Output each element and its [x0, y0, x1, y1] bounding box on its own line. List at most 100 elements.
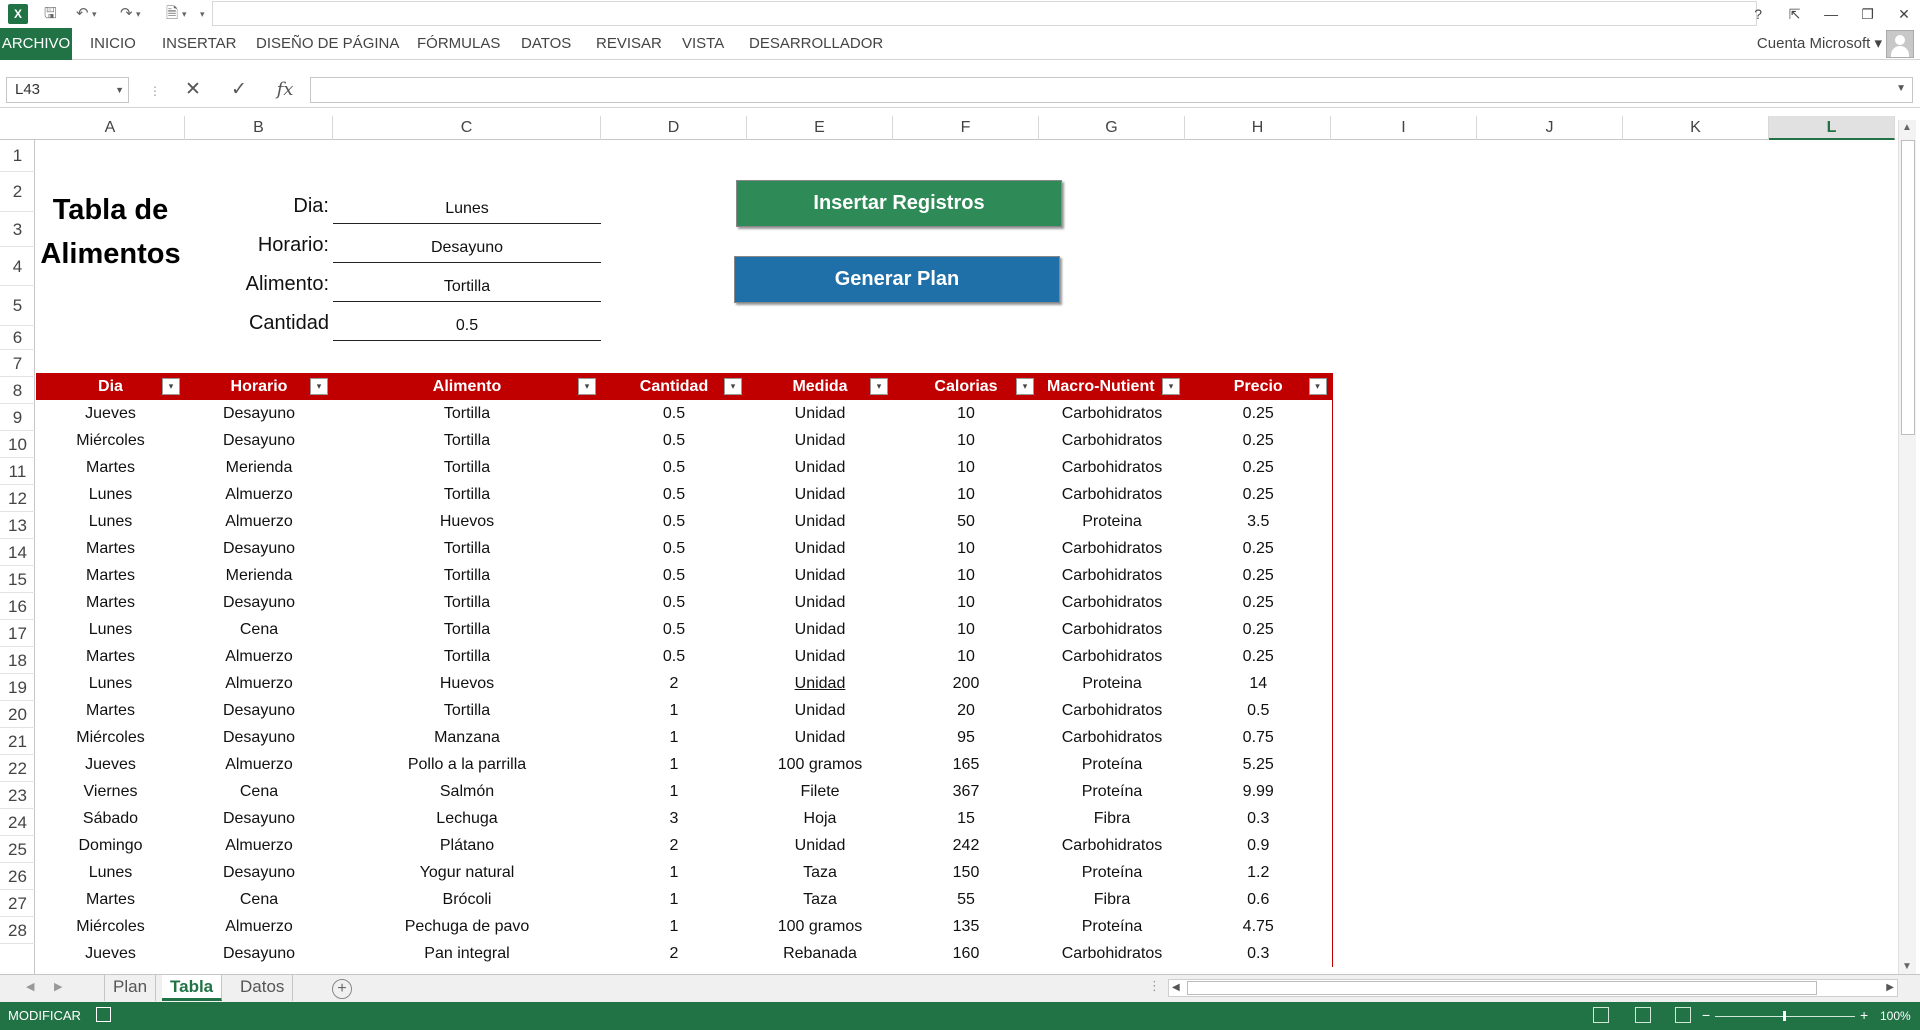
dia-field[interactable]: Lunes [333, 200, 601, 224]
cell-medida[interactable]: Unidad [747, 481, 893, 508]
filter-dropdown-icon[interactable]: ▾ [162, 378, 180, 395]
row-header[interactable]: 27 [0, 890, 35, 917]
cell-macro-nutriente[interactable]: Proteína [1039, 913, 1185, 940]
cell-macro-nutriente[interactable]: Fibra [1039, 805, 1185, 832]
row-header[interactable]: 19 [0, 674, 35, 701]
cell-dia[interactable]: Lunes [36, 616, 185, 643]
formula-input[interactable]: ▼ [310, 77, 1913, 103]
cell-calorias[interactable]: 20 [893, 697, 1039, 724]
cell-cantidad[interactable]: 0.5 [601, 535, 747, 562]
zoom-slider-thumb[interactable] [1783, 1011, 1786, 1021]
cell-dia[interactable]: Lunes [36, 508, 185, 535]
alimento-field[interactable]: Tortilla [333, 278, 601, 302]
cell-horario[interactable]: Almuerzo [185, 670, 333, 697]
column-header-e[interactable]: E [747, 116, 893, 140]
cell-macro-nutriente[interactable]: Carbohidratos [1039, 616, 1185, 643]
row-header[interactable]: 10 [0, 431, 35, 458]
column-header-g[interactable]: G [1039, 116, 1185, 140]
cell-alimento[interactable]: Tortilla [333, 535, 601, 562]
cell-precio[interactable]: 0.25 [1185, 427, 1333, 454]
cell-alimento[interactable]: Yogur natural [333, 859, 601, 886]
cell-macro-nutriente[interactable]: Proteína [1039, 859, 1185, 886]
minimize-icon[interactable]: — [1815, 0, 1847, 28]
page-title[interactable]: Tabla de Alimentos [36, 194, 185, 270]
vertical-scroll-thumb[interactable] [1901, 140, 1915, 435]
cell-horario[interactable]: Almuerzo [185, 481, 333, 508]
name-box[interactable]: L43 ▼ [6, 77, 129, 103]
scroll-right-icon[interactable]: ▶ [1886, 980, 1894, 996]
cell-calorias[interactable]: 95 [893, 724, 1039, 751]
column-header-b[interactable]: B [185, 116, 333, 140]
cell-calorias[interactable]: 200 [893, 670, 1039, 697]
row-header[interactable]: 1 [0, 140, 35, 172]
tab-archivo[interactable]: ARCHIVO [0, 28, 72, 60]
cell-horario[interactable]: Almuerzo [185, 508, 333, 535]
cell-precio[interactable]: 0.25 [1185, 481, 1333, 508]
cell-macro-nutriente[interactable]: Carbohidratos [1039, 535, 1185, 562]
cell-calorias[interactable]: 10 [893, 481, 1039, 508]
cell-macro-nutriente[interactable]: Carbohidratos [1039, 562, 1185, 589]
cell-dia[interactable]: Martes [36, 697, 185, 724]
cell-dia[interactable]: Lunes [36, 481, 185, 508]
cell-alimento[interactable]: Tortilla [333, 481, 601, 508]
cell-alimento[interactable]: Tortilla [333, 454, 601, 481]
row-header[interactable]: 5 [0, 286, 35, 326]
save-icon[interactable]: 🖫 [44, 3, 57, 25]
filter-dropdown-icon[interactable]: ▾ [310, 378, 328, 395]
cell-alimento[interactable]: Tortilla [333, 427, 601, 454]
cell-medida[interactable]: Unidad [747, 508, 893, 535]
row-header[interactable]: 11 [0, 458, 35, 485]
cell-medida[interactable]: Unidad [747, 832, 893, 859]
cell-cantidad[interactable]: 0.5 [601, 400, 747, 427]
cell-precio[interactable]: 3.5 [1185, 508, 1333, 535]
formula-bar-grip[interactable]: ⋮ [149, 84, 161, 98]
cell-dia[interactable]: Jueves [36, 751, 185, 778]
cell-horario[interactable]: Merienda [185, 562, 333, 589]
cell-horario[interactable]: Almuerzo [185, 751, 333, 778]
cell-precio[interactable]: 0.25 [1185, 454, 1333, 481]
horizontal-scroll-thumb[interactable] [1187, 981, 1817, 995]
row-header[interactable]: 25 [0, 836, 35, 863]
cell-horario[interactable]: Desayuno [185, 859, 333, 886]
column-header-i[interactable]: I [1331, 116, 1477, 140]
column-header-j[interactable]: J [1477, 116, 1623, 140]
enter-icon[interactable]: ✓ [224, 78, 254, 102]
cell-cantidad[interactable]: 0.5 [601, 508, 747, 535]
cell-alimento[interactable]: Pechuga de pavo [333, 913, 601, 940]
tab-inicio[interactable]: INICIO [90, 28, 136, 60]
cell-macro-nutriente[interactable]: Proteina [1039, 670, 1185, 697]
cell-alimento[interactable]: Salmón [333, 778, 601, 805]
restore-icon[interactable]: ❐ [1852, 0, 1884, 28]
cell-medida[interactable]: Unidad [747, 427, 893, 454]
cell-calorias[interactable]: 135 [893, 913, 1039, 940]
add-sheet-icon[interactable]: + [332, 979, 352, 999]
cell-precio[interactable]: 0.5 [1185, 697, 1333, 724]
cell-precio[interactable]: 0.25 [1185, 400, 1333, 427]
cell-dia[interactable]: Martes [36, 535, 185, 562]
column-header-k[interactable]: K [1623, 116, 1769, 140]
insert-function-icon[interactable]: fx [270, 78, 300, 102]
cell-alimento[interactable]: Tortilla [333, 589, 601, 616]
cell-area[interactable]: Tabla de Alimentos Dia: Lunes Horario: D… [36, 140, 1895, 974]
cell-macro-nutriente[interactable]: Carbohidratos [1039, 724, 1185, 751]
cell-macro-nutriente[interactable]: Carbohidratos [1039, 589, 1185, 616]
cell-horario[interactable]: Almuerzo [185, 913, 333, 940]
cell-medida[interactable]: Taza [747, 886, 893, 913]
cell-dia[interactable]: Martes [36, 886, 185, 913]
column-header-l[interactable]: L [1769, 116, 1895, 140]
sheet-tab-datos[interactable]: Datos [232, 975, 294, 1001]
chevron-down-icon[interactable]: ▼ [115, 78, 124, 102]
filter-dropdown-icon[interactable]: ▾ [578, 378, 596, 395]
row-header[interactable]: 21 [0, 728, 35, 755]
header-dia[interactable]: Dia ▾ [36, 373, 185, 400]
filter-dropdown-icon[interactable]: ▾ [870, 378, 888, 395]
cell-horario[interactable]: Desayuno [185, 697, 333, 724]
cell-horario[interactable]: Desayuno [185, 724, 333, 751]
cell-calorias[interactable]: 10 [893, 427, 1039, 454]
preview-dropdown-icon[interactable]: ▾ [182, 3, 187, 25]
customize-qat-icon[interactable]: ▾ [200, 3, 205, 25]
cantidad-field[interactable]: 0.5 [333, 317, 601, 341]
cell-macro-nutriente[interactable]: Carbohidratos [1039, 940, 1185, 967]
cell-calorias[interactable]: 10 [893, 643, 1039, 670]
cell-precio[interactable]: 1.2 [1185, 859, 1333, 886]
